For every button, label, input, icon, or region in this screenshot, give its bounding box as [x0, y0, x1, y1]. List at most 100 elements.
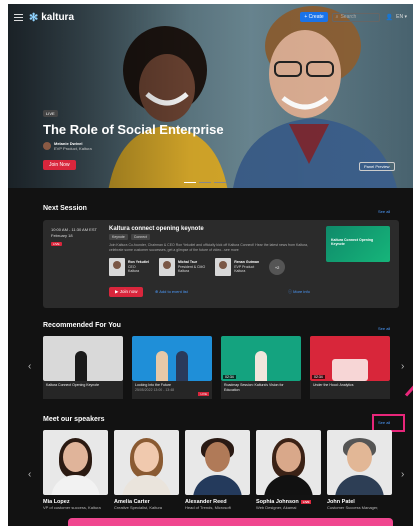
presenter-figure [255, 351, 267, 381]
speaker-avatar [109, 258, 125, 276]
speaker-name: Ron Yekutiel [128, 260, 149, 265]
hero-live-badge: LIVE [43, 110, 58, 117]
hero-carousel-dots[interactable] [184, 182, 226, 183]
session-speaker[interactable]: Ron Yekutiel CEO Kaltura [109, 258, 149, 276]
next-session-heading: Next Session [43, 205, 87, 212]
session-tags: Keynote Connect [109, 234, 150, 240]
body-shape [193, 475, 242, 495]
tag-connect[interactable]: Connect [130, 234, 150, 240]
recommended-card[interactable]: Kaltura Connect Opening Keynote [43, 336, 123, 399]
search-icon: ⌕ [335, 14, 339, 20]
hero-banner[interactable]: LIVE The Role of Social Enterprise Melan… [8, 4, 413, 188]
presenter-figure [75, 351, 87, 381]
card-info: Under the Hood: Analytics [310, 381, 390, 399]
speaker-role: EVP Product [234, 264, 255, 269]
tag-keynote[interactable]: Keynote [109, 234, 128, 240]
card-title: Under the Hood: Analytics [313, 383, 354, 387]
search-placeholder: Search [340, 14, 357, 20]
add-to-calendar-link[interactable]: ⊕ Add to event list [155, 289, 188, 294]
video-thumbnail: 02:34 [221, 336, 301, 381]
card-title: Roadmap Session: Kaltura's Vision for Ed… [224, 383, 284, 392]
chevron-left-icon[interactable]: ‹ [28, 469, 31, 480]
speaker-avatar [215, 258, 232, 276]
kaltura-logo[interactable]: ✻ kaltura [29, 11, 74, 24]
session-live-badge: LIVE [51, 242, 62, 246]
speaker-card[interactable]: Sophia Johnson LIVE Web Designer, Akamai [256, 430, 321, 510]
speaker-card[interactable]: Alexander Reed Head of Trends, Microsoft [185, 430, 250, 510]
session-speaker[interactable]: Michal Tsur President & CMO Kaltura [158, 258, 206, 276]
hero-title: The Role of Social Enterprise [43, 122, 224, 137]
presenter-figure [176, 351, 188, 381]
face-shape [205, 442, 230, 472]
speaker-photo [185, 430, 250, 495]
session-speaker[interactable]: Renan Gutman EVP Product Kaltura [215, 258, 259, 276]
speaker-role: Creative Specialist, Kaltura [114, 505, 163, 510]
more-speakers-count[interactable]: +2 [269, 259, 286, 275]
calendar-label: Add to event list [159, 289, 188, 294]
video-duration: 02:34 [312, 375, 325, 379]
speaker-card[interactable]: Mia Lopez VP of customer success, Kaltur… [43, 430, 108, 510]
presenter-figure [156, 351, 168, 381]
session-join-button[interactable]: ▶ Join now [109, 287, 144, 297]
session-thumbnail-label: Kaltura Connect Opening Keynote [331, 238, 374, 246]
session-speakers: Ron Yekutiel CEO Kaltura Michal Tsur Presid… [109, 258, 286, 276]
speaker-role: CEO [128, 264, 136, 269]
speaker-live-badge: LIVE [300, 499, 312, 504]
session-thumbnail[interactable]: Kaltura Connect Opening Keynote [326, 226, 390, 262]
next-session-card[interactable]: 10:00 AM - 11:30 AM EST February 18 LIVE… [43, 220, 399, 308]
body-shape [122, 475, 171, 495]
language-selector[interactable]: EN ▾ [396, 14, 407, 20]
hero-presenter: Melanie Dwivel EVP Product, Kaltura [43, 141, 92, 151]
face-shape [134, 442, 159, 472]
video-thumbnail [43, 336, 123, 381]
face-shape [63, 442, 88, 472]
create-button[interactable]: + Create [300, 12, 328, 22]
more-info-label: More info [293, 289, 310, 294]
search-input[interactable]: ⌕ Search [331, 12, 380, 22]
card-info: Roadmap Session: Kaltura's Vision for Ed… [221, 381, 301, 399]
next-session-see-all[interactable]: See all [378, 209, 390, 214]
card-info: Looking Into the Future 25/05/2022 13:00… [132, 381, 212, 399]
speaker-role: President & CMO [177, 264, 206, 269]
carousel-dot[interactable] [199, 182, 211, 183]
more-info-link[interactable]: ⓘ More info [288, 289, 310, 295]
card-info: Kaltura Connect Opening Keynote [43, 381, 123, 399]
recommended-card[interactable]: 02:34 Roadmap Session: Kaltura's Vision … [221, 336, 301, 399]
speaker-card[interactable]: John Patel Customer Success Manager, [327, 430, 392, 510]
user-icon[interactable]: 👤 [386, 14, 393, 21]
screen-graphic [332, 359, 368, 381]
speaker-role: VP of customer success, Kaltura [43, 505, 101, 510]
face-shape [276, 442, 301, 472]
pink-footer-banner [68, 518, 393, 526]
speaker-org: Kaltura [128, 269, 140, 274]
chevron-left-icon[interactable]: ‹ [28, 361, 31, 372]
join-label: Join now [119, 289, 138, 294]
top-navigation-bar: ✻ kaltura + Create ⌕ Search 👤 EN ▾ [8, 4, 413, 30]
card-live-badge: LIVE [198, 391, 209, 396]
face-shape [347, 442, 372, 472]
recommended-see-all[interactable]: See all [378, 326, 390, 331]
speakers-heading: Meet our speakers [43, 416, 105, 423]
speaker-card[interactable]: Amelia Carter Creative Specialist, Kaltu… [114, 430, 179, 510]
chevron-right-icon[interactable]: › [401, 361, 404, 372]
speaker-avatar [158, 258, 175, 276]
video-duration: 02:34 [223, 375, 236, 379]
carousel-dot[interactable] [184, 182, 196, 183]
session-title[interactable]: Kaltura connect opening keynote [109, 226, 204, 232]
carousel-dot[interactable] [214, 182, 226, 183]
hero-join-button[interactable]: Join Now [43, 160, 76, 170]
recommended-card[interactable]: 02:34 Under the Hood: Analytics [310, 336, 390, 399]
speaker-photo [327, 430, 392, 495]
speaker-photo [43, 430, 108, 495]
app-window: LIVE The Role of Social Enterprise Melan… [8, 4, 413, 526]
card-title: Kaltura Connect Opening Keynote [46, 383, 100, 387]
chevron-right-icon[interactable]: › [401, 469, 404, 480]
video-thumbnail [132, 336, 212, 381]
speaker-photo [256, 430, 321, 495]
menu-icon[interactable] [14, 13, 23, 21]
body-shape [51, 475, 100, 495]
recommended-card[interactable]: Looking Into the Future 25/05/2022 13:00… [132, 336, 212, 399]
speaker-photo [114, 430, 179, 495]
speaker-name: Michal Tsur [177, 260, 198, 265]
hero-preview-button[interactable]: Panel Preview [359, 162, 395, 171]
